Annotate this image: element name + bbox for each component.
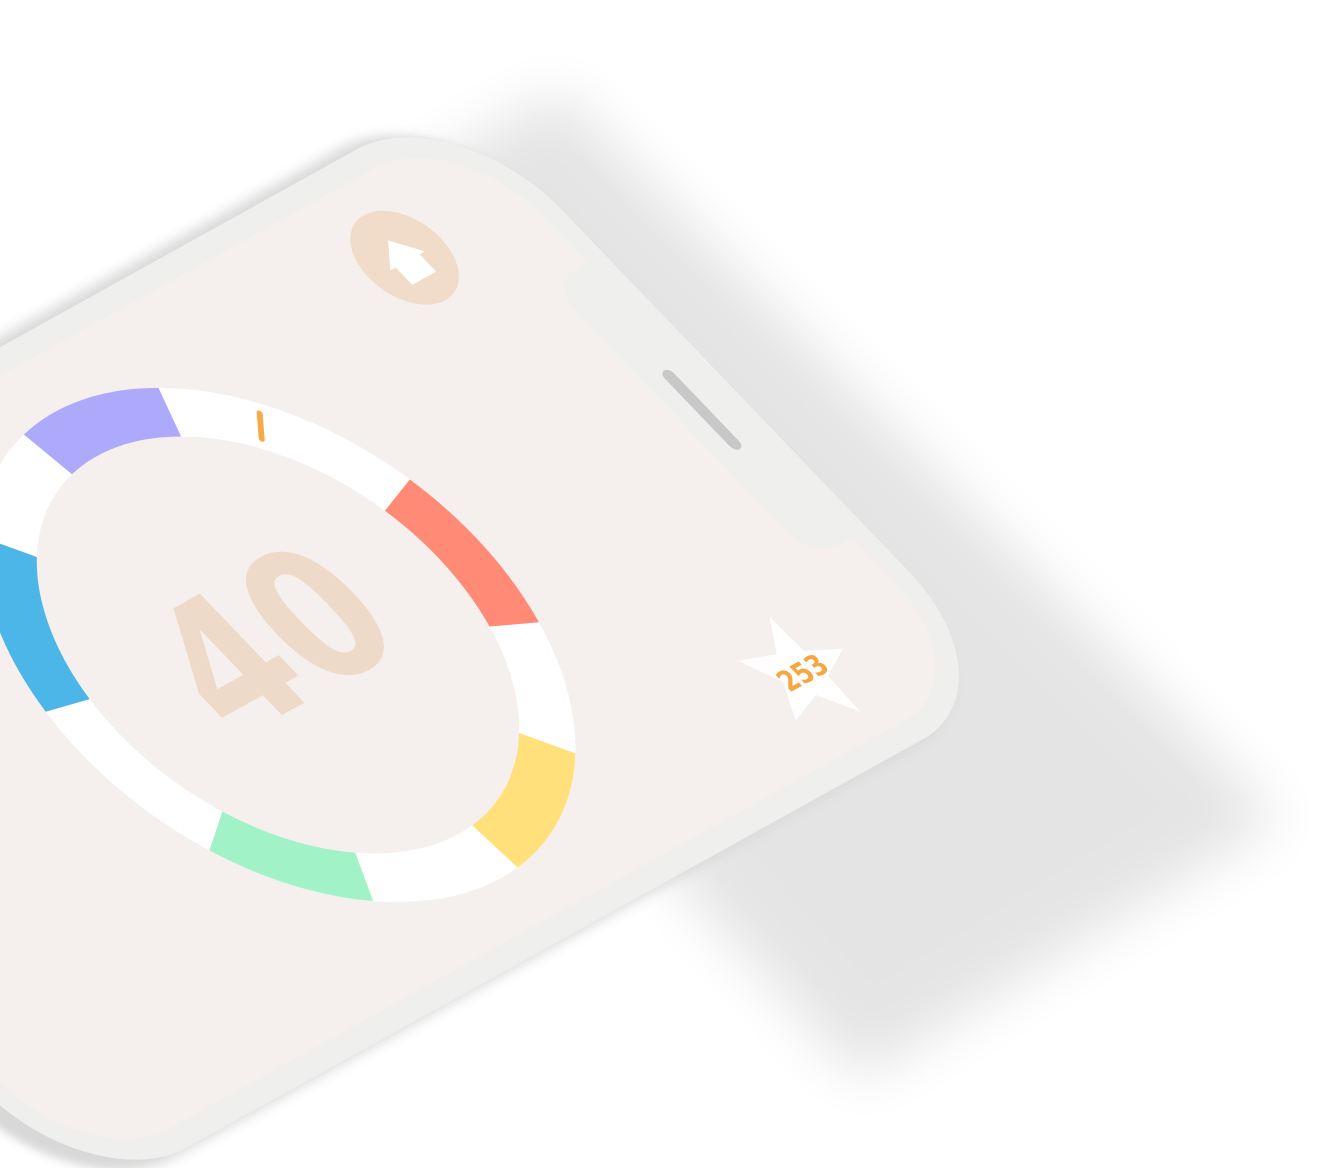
scene: 253 40 bbox=[0, 0, 1322, 1168]
device-mockup: 253 40 bbox=[0, 90, 1280, 1168]
